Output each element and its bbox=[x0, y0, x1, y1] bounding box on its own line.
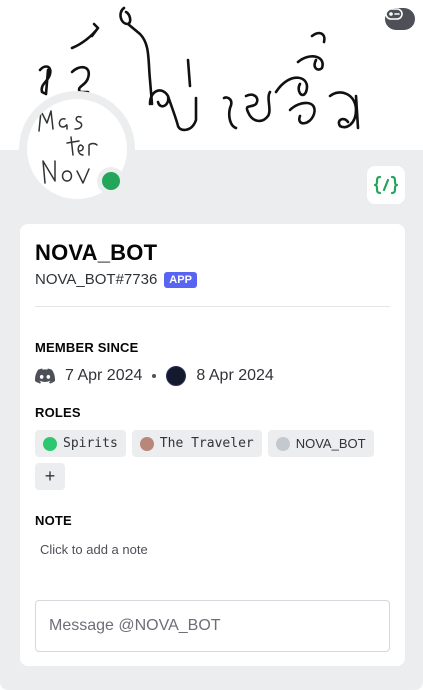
user-tag-row: NOVA_BOT#7736 APP bbox=[35, 271, 197, 288]
slash-commands-icon bbox=[373, 175, 399, 195]
note-input[interactable]: Click to add a note bbox=[40, 542, 148, 557]
role-name: Spirits bbox=[63, 436, 118, 451]
member-since-row: 7 Apr 2024 8 Apr 2024 bbox=[35, 366, 274, 386]
user-tag: NOVA_BOT#7736 bbox=[35, 271, 158, 288]
discord-join-date: 7 Apr 2024 bbox=[65, 367, 143, 384]
slash-commands-badge[interactable] bbox=[367, 166, 405, 204]
role-pill[interactable]: The Traveler bbox=[131, 430, 262, 457]
role-name: The Traveler bbox=[159, 436, 254, 451]
separator-dot bbox=[152, 374, 157, 378]
server-join-date: 8 Apr 2024 bbox=[196, 367, 274, 384]
message-input[interactable] bbox=[35, 600, 390, 652]
profile-panel: NOVA_BOT NOVA_BOT#7736 APP MEMBER SINCE … bbox=[20, 224, 405, 666]
divider bbox=[35, 306, 390, 307]
game-controller-icon bbox=[385, 8, 403, 20]
display-name: NOVA_BOT bbox=[35, 240, 158, 265]
banner-game-button[interactable] bbox=[385, 8, 415, 30]
profile-card: NOVA_BOT NOVA_BOT#7736 APP MEMBER SINCE … bbox=[0, 0, 423, 690]
role-color-dot bbox=[275, 436, 290, 451]
online-status-indicator bbox=[97, 167, 125, 195]
app-badge: APP bbox=[164, 271, 197, 288]
roles-title: ROLES bbox=[35, 405, 81, 420]
role-color-dot bbox=[43, 436, 57, 451]
server-icon bbox=[166, 366, 187, 386]
add-role-button[interactable]: + bbox=[35, 463, 65, 490]
role-color-dot bbox=[139, 436, 154, 451]
discord-logo-icon bbox=[35, 368, 55, 384]
role-pill[interactable]: Spirits bbox=[35, 430, 126, 457]
note-title: NOTE bbox=[35, 513, 72, 528]
role-name: NOVA_BOT bbox=[295, 436, 366, 451]
avatar-wrapper[interactable] bbox=[19, 91, 135, 207]
roles-list: Spirits The Traveler NOVA_BOT + bbox=[35, 430, 395, 490]
member-since-title: MEMBER SINCE bbox=[35, 340, 139, 355]
role-pill[interactable]: NOVA_BOT bbox=[267, 430, 374, 457]
